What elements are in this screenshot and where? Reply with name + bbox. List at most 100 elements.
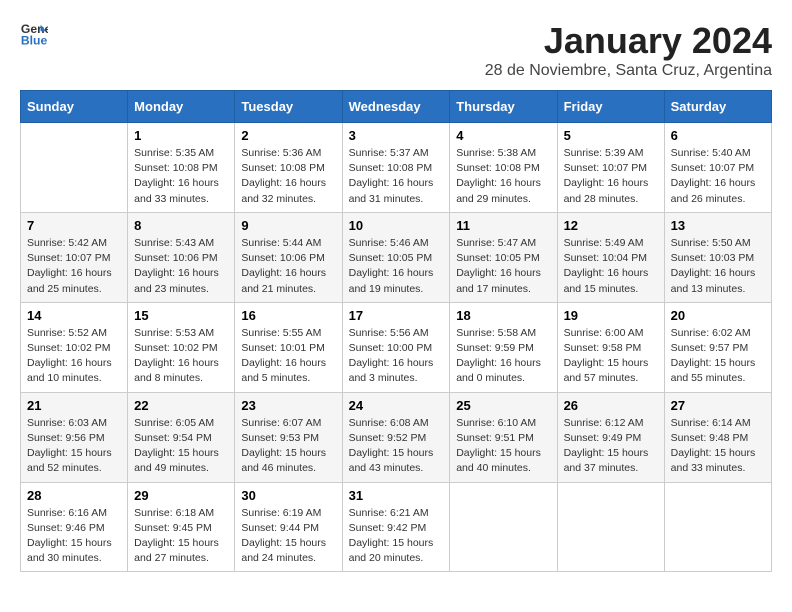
day-number: 22 — [134, 398, 228, 413]
day-number: 20 — [671, 308, 765, 323]
day-info: Sunrise: 6:14 AMSunset: 9:48 PMDaylight:… — [671, 416, 765, 477]
day-number: 4 — [456, 128, 550, 143]
day-info: Sunrise: 5:40 AMSunset: 10:07 PMDaylight… — [671, 146, 765, 207]
calendar-cell: 11 Sunrise: 5:47 AMSunset: 10:05 PMDaylig… — [450, 212, 557, 302]
header: General Blue January 2024 28 de Noviembr… — [20, 20, 772, 80]
day-info: Sunrise: 6:08 AMSunset: 9:52 PMDaylight:… — [349, 416, 444, 477]
day-number: 17 — [349, 308, 444, 323]
weekday-header: Tuesday — [235, 91, 342, 123]
calendar-cell: 9 Sunrise: 5:44 AMSunset: 10:06 PMDayligh… — [235, 212, 342, 302]
day-number: 31 — [349, 488, 444, 503]
calendar-cell: 23 Sunrise: 6:07 AMSunset: 9:53 PMDayligh… — [235, 392, 342, 482]
calendar-cell: 18 Sunrise: 5:58 AMSunset: 9:59 PMDayligh… — [450, 302, 557, 392]
day-number: 5 — [564, 128, 658, 143]
calendar-week-row: 7 Sunrise: 5:42 AMSunset: 10:07 PMDayligh… — [21, 212, 772, 302]
weekday-header: Friday — [557, 91, 664, 123]
day-info: Sunrise: 5:56 AMSunset: 10:00 PMDaylight… — [349, 326, 444, 387]
day-info: Sunrise: 5:42 AMSunset: 10:07 PMDaylight… — [27, 236, 121, 297]
day-info: Sunrise: 6:10 AMSunset: 9:51 PMDaylight:… — [456, 416, 550, 477]
day-number: 16 — [241, 308, 335, 323]
calendar-cell: 3 Sunrise: 5:37 AMSunset: 10:08 PMDayligh… — [342, 123, 450, 213]
day-number: 7 — [27, 218, 121, 233]
calendar-cell — [664, 482, 771, 572]
day-number: 15 — [134, 308, 228, 323]
calendar-cell: 30Sunrise: 6:19 AMSunset: 9:44 PMDayligh… — [235, 482, 342, 572]
day-number: 2 — [241, 128, 335, 143]
calendar-header: SundayMondayTuesdayWednesdayThursdayFrid… — [21, 91, 772, 123]
day-number: 8 — [134, 218, 228, 233]
calendar-cell: 15 Sunrise: 5:53 AMSunset: 10:02 PMDaylig… — [128, 302, 235, 392]
calendar-cell: 31 Sunrise: 6:21 AMSunset: 9:42 PMDayligh… — [342, 482, 450, 572]
day-number: 29 — [134, 488, 228, 503]
day-info: Sunrise: 6:02 AMSunset: 9:57 PMDaylight:… — [671, 326, 765, 387]
day-number: 28 — [27, 488, 121, 503]
logo: General Blue — [20, 20, 48, 48]
title-section: January 2024 28 de Noviembre, Santa Cruz… — [485, 20, 772, 80]
weekday-header: Saturday — [664, 91, 771, 123]
calendar-cell: 14 Sunrise: 5:52 AMSunset: 10:02 PMDaylig… — [21, 302, 128, 392]
day-number: 13 — [671, 218, 765, 233]
calendar-cell: 1Sunrise: 5:35 AMSunset: 10:08 PMDayligh… — [128, 123, 235, 213]
day-number: 14 — [27, 308, 121, 323]
day-info: Sunrise: 5:46 AMSunset: 10:05 PMDaylight… — [349, 236, 444, 297]
calendar-cell: 17 Sunrise: 5:56 AMSunset: 10:00 PMDaylig… — [342, 302, 450, 392]
day-number: 10 — [349, 218, 444, 233]
day-info: Sunrise: 5:44 AMSunset: 10:06 PMDaylight… — [241, 236, 335, 297]
day-number: 11 — [456, 218, 550, 233]
calendar-cell: 28Sunrise: 6:16 AMSunset: 9:46 PMDayligh… — [21, 482, 128, 572]
day-info: Sunrise: 6:03 AMSunset: 9:56 PMDaylight:… — [27, 416, 121, 477]
weekday-header: Wednesday — [342, 91, 450, 123]
day-info: Sunrise: 6:21 AMSunset: 9:42 PMDaylight:… — [349, 506, 444, 567]
day-info: Sunrise: 5:49 AMSunset: 10:04 PMDaylight… — [564, 236, 658, 297]
day-info: Sunrise: 6:07 AMSunset: 9:53 PMDaylight:… — [241, 416, 335, 477]
day-number: 26 — [564, 398, 658, 413]
calendar-cell: 27 Sunrise: 6:14 AMSunset: 9:48 PMDayligh… — [664, 392, 771, 482]
calendar-cell: 25 Sunrise: 6:10 AMSunset: 9:51 PMDayligh… — [450, 392, 557, 482]
day-info: Sunrise: 5:55 AMSunset: 10:01 PMDaylight… — [241, 326, 335, 387]
calendar-cell: 19Sunrise: 6:00 AMSunset: 9:58 PMDayligh… — [557, 302, 664, 392]
calendar-week-row: 21Sunrise: 6:03 AMSunset: 9:56 PMDayligh… — [21, 392, 772, 482]
day-number: 27 — [671, 398, 765, 413]
day-number: 30 — [241, 488, 335, 503]
day-info: Sunrise: 5:58 AMSunset: 9:59 PMDaylight:… — [456, 326, 550, 387]
day-info: Sunrise: 5:43 AMSunset: 10:06 PMDaylight… — [134, 236, 228, 297]
calendar-table: SundayMondayTuesdayWednesdayThursdayFrid… — [20, 90, 772, 572]
month-title: January 2024 — [485, 20, 772, 62]
calendar-cell — [450, 482, 557, 572]
day-number: 12 — [564, 218, 658, 233]
calendar-week-row: 14 Sunrise: 5:52 AMSunset: 10:02 PMDaylig… — [21, 302, 772, 392]
logo-icon: General Blue — [20, 20, 48, 48]
day-info: Sunrise: 5:37 AMSunset: 10:08 PMDaylight… — [349, 146, 444, 207]
day-number: 9 — [241, 218, 335, 233]
day-info: Sunrise: 5:36 AMSunset: 10:08 PMDaylight… — [241, 146, 335, 207]
day-number: 23 — [241, 398, 335, 413]
calendar-cell: 12 Sunrise: 5:49 AMSunset: 10:04 PMDaylig… — [557, 212, 664, 302]
calendar-cell: 5 Sunrise: 5:39 AMSunset: 10:07 PMDayligh… — [557, 123, 664, 213]
day-info: Sunrise: 5:53 AMSunset: 10:02 PMDaylight… — [134, 326, 228, 387]
day-number: 25 — [456, 398, 550, 413]
day-number: 24 — [349, 398, 444, 413]
day-number: 18 — [456, 308, 550, 323]
day-info: Sunrise: 6:00 AMSunset: 9:58 PMDaylight:… — [564, 326, 658, 387]
subtitle: 28 de Noviembre, Santa Cruz, Argentina — [485, 62, 772, 80]
day-number: 3 — [349, 128, 444, 143]
calendar-cell: 4 Sunrise: 5:38 AMSunset: 10:08 PMDayligh… — [450, 123, 557, 213]
day-info: Sunrise: 5:52 AMSunset: 10:02 PMDaylight… — [27, 326, 121, 387]
day-info: Sunrise: 5:39 AMSunset: 10:07 PMDaylight… — [564, 146, 658, 207]
day-info: Sunrise: 5:47 AMSunset: 10:05 PMDaylight… — [456, 236, 550, 297]
calendar-cell — [557, 482, 664, 572]
day-info: Sunrise: 5:35 AMSunset: 10:08 PMDaylight… — [134, 146, 228, 207]
calendar-cell: 2 Sunrise: 5:36 AMSunset: 10:08 PMDayligh… — [235, 123, 342, 213]
calendar-cell: 13 Sunrise: 5:50 AMSunset: 10:03 PMDaylig… — [664, 212, 771, 302]
day-info: Sunrise: 6:18 AMSunset: 9:45 PMDaylight:… — [134, 506, 228, 567]
calendar-cell — [21, 123, 128, 213]
day-info: Sunrise: 5:38 AMSunset: 10:08 PMDaylight… — [456, 146, 550, 207]
calendar-cell: 10 Sunrise: 5:46 AMSunset: 10:05 PMDaylig… — [342, 212, 450, 302]
day-info: Sunrise: 6:05 AMSunset: 9:54 PMDaylight:… — [134, 416, 228, 477]
calendar-cell: 26Sunrise: 6:12 AMSunset: 9:49 PMDayligh… — [557, 392, 664, 482]
calendar-cell: 7 Sunrise: 5:42 AMSunset: 10:07 PMDayligh… — [21, 212, 128, 302]
day-info: Sunrise: 5:50 AMSunset: 10:03 PMDaylight… — [671, 236, 765, 297]
weekday-header: Sunday — [21, 91, 128, 123]
calendar-week-row: 1Sunrise: 5:35 AMSunset: 10:08 PMDayligh… — [21, 123, 772, 213]
weekday-header: Monday — [128, 91, 235, 123]
